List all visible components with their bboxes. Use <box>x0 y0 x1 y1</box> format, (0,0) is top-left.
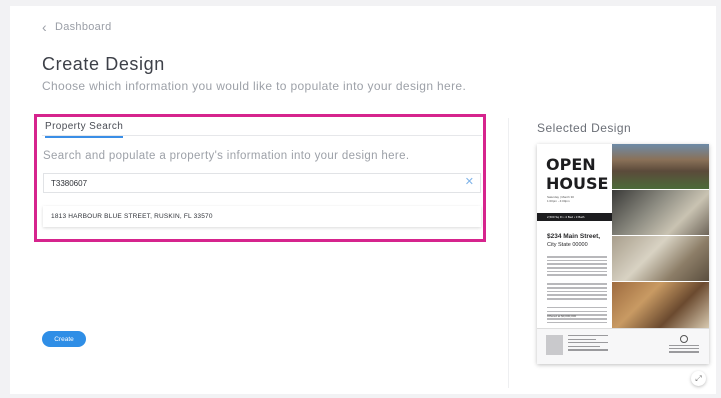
brokerage-logo <box>669 335 699 355</box>
create-button[interactable]: Create <box>42 331 86 347</box>
close-icon[interactable]: ✕ <box>465 177 474 188</box>
flyer-offered-at: Offered at $0,000,000 <box>547 314 577 318</box>
brokerage-mark-icon <box>680 335 688 343</box>
page-title: Create Design <box>42 54 165 74</box>
agent-info <box>568 335 608 353</box>
property-search-value: T3380607 <box>51 178 88 188</box>
bedroom-photo <box>612 236 709 281</box>
living-room-photo <box>612 190 709 235</box>
house-exterior-photo <box>612 144 709 189</box>
tab-divider <box>42 135 482 136</box>
chevron-left-icon: ‹ <box>42 19 47 35</box>
flyer-time-line: 1:00pm - 4:00pm <box>547 199 570 203</box>
back-link-label: Dashboard <box>54 21 112 33</box>
flyer-photos <box>612 144 709 328</box>
design-preview[interactable]: OPEN HOUSE Saturday | March 30 1:00pm - … <box>537 144 709 364</box>
flyer-heading: OPEN HOUSE <box>546 155 609 193</box>
flyer-street: $234 Main Street, <box>547 233 601 240</box>
flyer-date: Saturday | March 30 1:00pm - 4:00pm <box>547 195 607 203</box>
dining-room-photo <box>612 282 709 328</box>
search-result-item[interactable]: 1813 HARBOUR BLUE STREET, RUSKIN, FL 335… <box>43 206 481 227</box>
flyer-stats-bar: 2,500 Sq Ft • 4 Bed • 3 Bath <box>537 213 612 221</box>
back-link[interactable]: ‹ Dashboard <box>42 20 111 34</box>
agent-avatar <box>546 335 563 355</box>
property-search-input[interactable]: T3380607 ✕ <box>43 173 481 193</box>
selected-design-title: Selected Design <box>537 121 632 135</box>
flyer-city: City State 00000 <box>547 242 588 248</box>
page-subtitle: Choose which information you would like … <box>42 79 467 93</box>
flyer-heading-text: OPEN HOUSE <box>546 155 609 193</box>
expand-icon[interactable]: ⤢ <box>691 371 706 386</box>
flyer-agent-footer <box>537 328 709 364</box>
search-description: Search and populate a property's informa… <box>43 150 410 162</box>
panel-divider <box>508 118 509 388</box>
